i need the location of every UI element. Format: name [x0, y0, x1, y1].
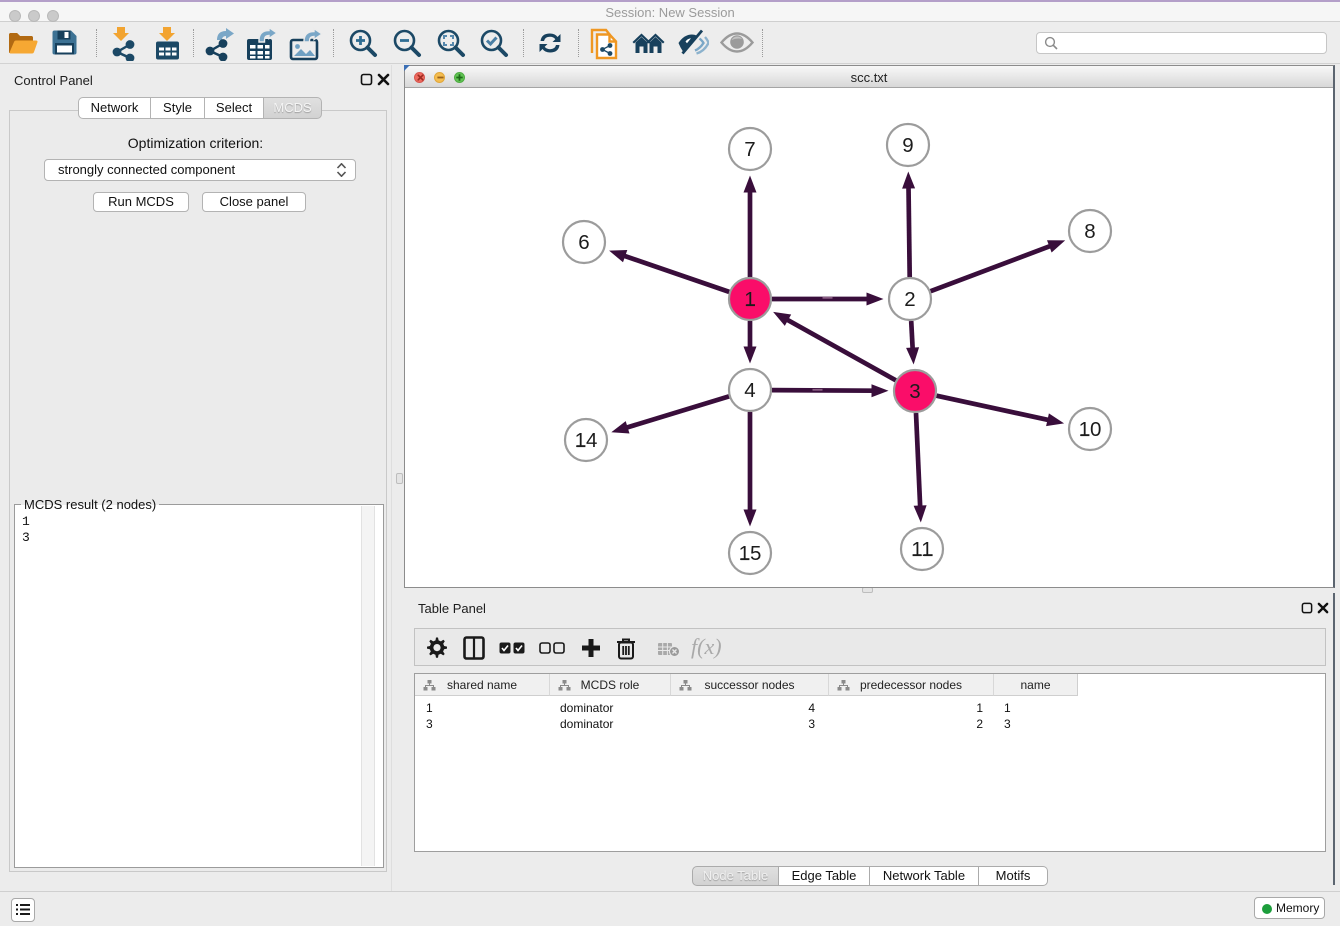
svg-text:10: 10 [1079, 418, 1102, 441]
svg-text:2: 2 [904, 288, 915, 311]
svg-text:4: 4 [744, 379, 755, 402]
svg-text:7: 7 [744, 138, 755, 161]
svg-text:3: 3 [909, 380, 920, 403]
svg-text:6: 6 [578, 231, 589, 254]
svg-text:14: 14 [575, 429, 598, 452]
svg-text:8: 8 [1084, 220, 1095, 243]
svg-text:1: 1 [744, 288, 755, 311]
svg-text:15: 15 [739, 542, 762, 565]
svg-text:9: 9 [902, 134, 913, 157]
svg-text:11: 11 [911, 538, 932, 561]
